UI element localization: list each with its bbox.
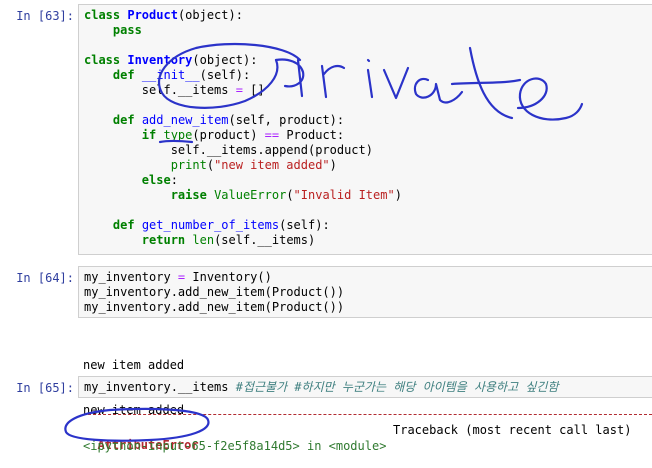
code-line: return len(self.__items) xyxy=(84,233,652,248)
cell-64-code[interactable]: my_inventory = Inventory() my_inventory.a… xyxy=(79,267,652,315)
code-token: my_inventory.__items xyxy=(84,380,236,394)
code-line: if type(product) == Product: xyxy=(84,128,652,143)
code-token: (product) xyxy=(192,128,265,142)
code-token: return xyxy=(141,233,186,247)
code-line: pass xyxy=(84,23,652,38)
cell-63-prompt: In [63]: xyxy=(16,9,74,23)
code-token: #접근불가 #하지만 누군가는 해당 아이템을 사용하고 싶긴함 xyxy=(235,380,559,394)
code-token: get_number_of_items xyxy=(141,218,280,232)
code-token: class xyxy=(84,8,121,22)
code-token: "Invalid Item" xyxy=(293,188,395,202)
code-line: my_inventory = Inventory() xyxy=(84,270,652,285)
code-line: def get_number_of_items(self): xyxy=(84,218,652,233)
code-token: : xyxy=(170,173,178,187)
code-token: my_inventory xyxy=(84,270,178,284)
code-line: self.__items.append(product) xyxy=(84,143,652,158)
code-line: class Product(object): xyxy=(84,8,652,23)
code-token: def xyxy=(112,218,135,232)
code-line: ​ xyxy=(84,98,652,113)
code-token: type xyxy=(163,128,193,142)
code-token: ValueError xyxy=(214,188,287,202)
code-token: Product: xyxy=(279,128,345,142)
code-token: my_inventory.add_new_item(Product()) xyxy=(84,285,345,299)
cell-64-prompt: In [64]: xyxy=(16,271,74,285)
cell-63-code[interactable]: class Product(object): pass​class Invent… xyxy=(79,5,652,248)
code-token: (self.__items) xyxy=(214,233,316,247)
code-token: "new item added" xyxy=(214,158,330,172)
code-line: ​ xyxy=(84,38,652,53)
cell-65-prompt: In [65]: xyxy=(16,381,74,395)
code-token: Product xyxy=(127,8,178,22)
code-line: def __init__(self): xyxy=(84,68,652,83)
code-line: else: xyxy=(84,173,652,188)
code-token: raise xyxy=(170,188,207,202)
code-token: (object): xyxy=(177,8,243,22)
code-token: def xyxy=(112,68,135,82)
code-line: my_inventory.__items #접근불가 #하지만 누군가는 해당 … xyxy=(84,380,652,395)
code-token: __init__ xyxy=(141,68,200,82)
code-token: ) xyxy=(329,158,337,172)
cell-63-input[interactable]: class Product(object): pass​class Invent… xyxy=(78,4,652,255)
code-token: Inventory() xyxy=(185,270,272,284)
cell-65-input[interactable]: my_inventory.__items #접근불가 #하지만 누군가는 해당 … xyxy=(78,376,652,398)
code-line: raise ValueError("Invalid Item") xyxy=(84,188,652,203)
code-token: add_new_item xyxy=(141,113,229,127)
cell-65-code[interactable]: my_inventory.__items #접근불가 #하지만 누군가는 해당 … xyxy=(79,377,652,395)
code-token: print xyxy=(170,158,207,172)
code-token: ) xyxy=(394,188,402,202)
code-token: class xyxy=(84,53,121,67)
code-line: my_inventory.add_new_item(Product()) xyxy=(84,285,652,300)
code-line: print("new item added") xyxy=(84,158,652,173)
code-token: = xyxy=(235,83,243,97)
code-token: (self): xyxy=(199,68,251,82)
code-token: ( xyxy=(286,188,294,202)
code-token: == xyxy=(264,128,280,142)
code-token: if xyxy=(141,128,157,142)
code-line: def add_new_item(self, product): xyxy=(84,113,652,128)
code-token: [] xyxy=(242,83,265,97)
traceback-next-line: <ipython-input-65-f2e5f8a14d5> in <modul… xyxy=(83,439,387,453)
code-line: ​ xyxy=(84,203,652,218)
code-token: len xyxy=(192,233,215,247)
code-token: my_inventory.add_new_item(Product()) xyxy=(84,300,345,314)
code-line: class Inventory(object): xyxy=(84,53,652,68)
traceback-label: Traceback (most recent call last) xyxy=(393,423,632,437)
output-line: new item added xyxy=(83,358,185,372)
code-token: (self, product): xyxy=(228,113,345,127)
code-token: self.__items xyxy=(84,83,236,97)
code-token: Inventory xyxy=(127,53,193,67)
code-line: self.__items = [] xyxy=(84,83,652,98)
code-token: def xyxy=(112,113,135,127)
code-line: my_inventory.add_new_item(Product()) xyxy=(84,300,652,315)
code-token: (object): xyxy=(192,53,258,67)
traceback-divider xyxy=(83,414,652,415)
code-token: (self): xyxy=(279,218,330,232)
code-token: pass xyxy=(112,23,142,37)
cell-64-input[interactable]: my_inventory = Inventory() my_inventory.a… xyxy=(78,266,652,318)
code-token: self.__items.append(product) xyxy=(84,143,373,157)
code-token: ( xyxy=(206,158,215,172)
code-token: else xyxy=(141,173,171,187)
output-line: new item added xyxy=(83,403,185,417)
